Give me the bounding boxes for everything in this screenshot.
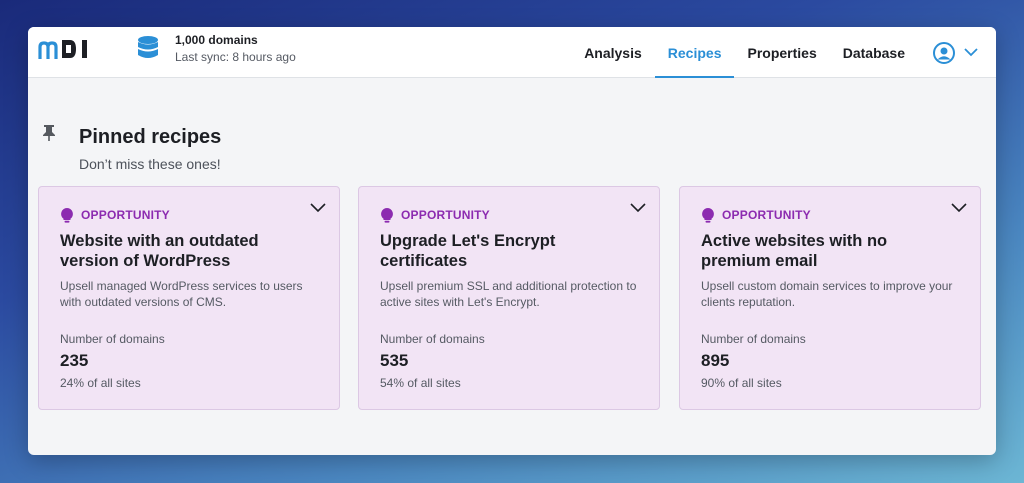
lightbulb-icon xyxy=(381,208,393,223)
recipe-card[interactable]: OPPORTUNITY Website with an outdated ver… xyxy=(38,186,340,410)
opportunity-tag: OPPORTUNITY xyxy=(701,207,811,223)
metric-value: 895 xyxy=(701,351,730,370)
card-title: Website with an outdated version of Word… xyxy=(60,232,259,270)
card-description: Upsell premium SSL and additional protec… xyxy=(380,279,637,309)
recipe-card[interactable]: OPPORTUNITY Active websites with no prem… xyxy=(679,186,981,410)
section-title: Pinned recipes xyxy=(79,126,222,148)
top-header: 1,000 domains Last sync: 8 hours ago Ana… xyxy=(28,27,996,78)
chevron-down-icon[interactable] xyxy=(310,201,326,213)
logo-icon[interactable] xyxy=(38,37,96,61)
main-nav: Analysis Recipes Properties Database xyxy=(571,27,996,78)
tag-label: OPPORTUNITY xyxy=(401,208,490,222)
metric-value: 535 xyxy=(380,351,409,370)
chevron-down-icon[interactable] xyxy=(630,201,646,213)
domain-count: 1,000 domains xyxy=(175,33,258,47)
tag-label: OPPORTUNITY xyxy=(722,208,811,222)
opportunity-tag: OPPORTUNITY xyxy=(60,207,170,223)
chevron-down-icon xyxy=(964,48,978,57)
card-description: Upsell custom domain services to improve… xyxy=(701,279,953,309)
metric-value: 235 xyxy=(60,351,89,370)
lightbulb-icon xyxy=(702,208,714,223)
metric-percent: 90% of all sites xyxy=(701,376,782,390)
chevron-down-icon[interactable] xyxy=(951,201,967,213)
nav-properties[interactable]: Properties xyxy=(734,27,829,78)
card-description: Upsell managed WordPress services to use… xyxy=(60,279,303,309)
card-title: Active websites with no premium email xyxy=(701,232,888,270)
metric-percent: 24% of all sites xyxy=(60,376,141,390)
section-subtitle: Don’t miss these ones! xyxy=(79,156,221,172)
app-window: 1,000 domains Last sync: 8 hours ago Ana… xyxy=(28,27,996,455)
metric-label: Number of domains xyxy=(60,332,165,346)
metric-percent: 54% of all sites xyxy=(380,376,461,390)
opportunity-tag: OPPORTUNITY xyxy=(380,207,490,223)
card-title: Upgrade Let's Encrypt certificates xyxy=(380,232,556,270)
user-circle-icon xyxy=(933,41,955,64)
nav-recipes[interactable]: Recipes xyxy=(654,27,735,78)
metric-label: Number of domains xyxy=(701,332,806,346)
pin-icon xyxy=(43,125,55,141)
database-icon xyxy=(138,36,158,58)
nav-analysis[interactable]: Analysis xyxy=(571,27,655,78)
recipe-card[interactable]: OPPORTUNITY Upgrade Let's Encrypt certif… xyxy=(358,186,660,410)
lightbulb-icon xyxy=(61,208,73,223)
user-menu[interactable] xyxy=(918,27,996,78)
last-sync-text: Last sync: 8 hours ago xyxy=(175,50,296,64)
nav-database[interactable]: Database xyxy=(830,27,918,78)
sync-status: 1,000 domains Last sync: 8 hours ago xyxy=(175,33,296,65)
tag-label: OPPORTUNITY xyxy=(81,208,170,222)
metric-label: Number of domains xyxy=(380,332,485,346)
